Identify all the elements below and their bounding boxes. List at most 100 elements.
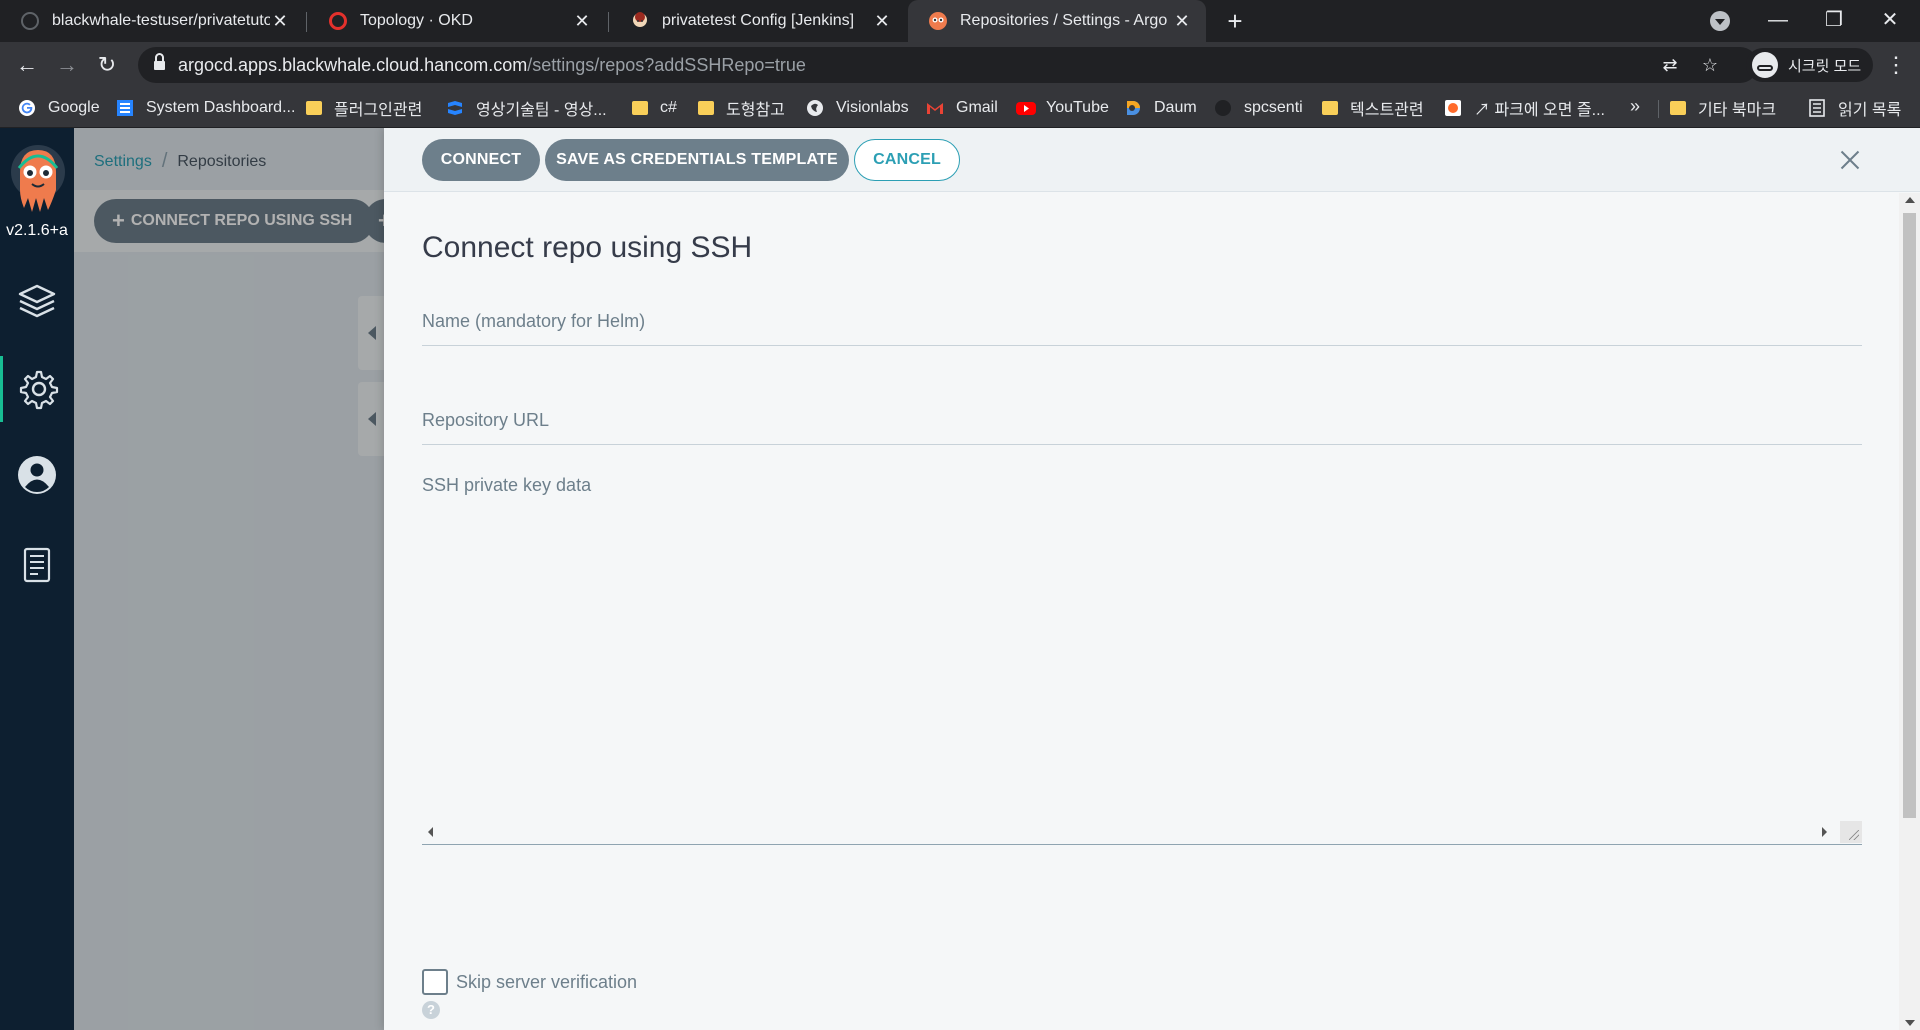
browser-tab[interactable]: Topology · OKD ✕ xyxy=(308,0,606,42)
globe-icon xyxy=(806,99,824,117)
address-bar[interactable]: argocd.apps.blackwhale.cloud.hancom.com/… xyxy=(138,47,1758,83)
scroll-up-icon[interactable] xyxy=(1905,197,1915,203)
minimize-icon[interactable]: — xyxy=(1750,0,1806,42)
layers-icon xyxy=(18,284,56,318)
back-icon[interactable]: ← xyxy=(10,48,44,82)
documentation-icon xyxy=(23,547,51,583)
bookmark-item[interactable]: Google xyxy=(18,96,100,120)
browser-tab[interactable]: blackwhale-testuser/privatetutor ✕ xyxy=(0,0,304,42)
bookmark-item[interactable]: System Dashboard... xyxy=(116,96,295,120)
tab-title: privatetest Config [Jenkins] xyxy=(662,12,855,29)
bookmark-item[interactable]: ↗ 파크에 오면 즐... xyxy=(1444,96,1605,120)
google-icon xyxy=(18,99,36,117)
other-bookmarks[interactable]: 기타 북마크 xyxy=(1670,96,1776,120)
restore-icon[interactable]: ❐ xyxy=(1806,0,1862,42)
left-nav: v2.1.6+a xyxy=(0,128,74,1030)
tab-search-icon[interactable] xyxy=(1710,11,1730,31)
version-label: v2.1.6+a xyxy=(6,222,68,239)
folder-icon xyxy=(1322,101,1338,115)
close-tab-icon[interactable]: ✕ xyxy=(572,11,592,32)
bookmark-item[interactable]: Daum xyxy=(1124,96,1197,120)
confluence-icon xyxy=(446,99,464,117)
tab-separator xyxy=(608,12,609,32)
name-field[interactable]: Name (mandatory for Helm) xyxy=(422,298,1862,346)
repository-url-label: Repository URL xyxy=(422,410,550,430)
close-window-icon[interactable]: ✕ xyxy=(1862,0,1918,42)
nav-settings[interactable] xyxy=(0,356,74,422)
reading-list-icon xyxy=(1808,99,1826,117)
incognito-label: 시크릿 모드 xyxy=(1788,57,1862,75)
bookmark-item[interactable]: YouTube xyxy=(1016,96,1109,120)
forward-icon[interactable]: → xyxy=(50,48,84,82)
bookmark-item[interactable]: 텍스트관련 xyxy=(1322,96,1424,120)
url-text: argocd.apps.blackwhale.cloud.hancom.com/… xyxy=(178,55,806,75)
bookmark-star-icon[interactable]: ☆ xyxy=(1698,53,1722,77)
github-icon xyxy=(1214,99,1232,117)
nav-applications[interactable] xyxy=(0,268,74,334)
tab-separator xyxy=(306,12,307,32)
lock-icon xyxy=(154,53,165,71)
cancel-button[interactable]: CANCEL xyxy=(854,139,960,181)
argocd-app: v2.1.6+a Settings / Repositories + CONNE… xyxy=(0,128,1920,1030)
bookmark-item[interactable]: Gmail xyxy=(926,96,998,120)
save-credentials-template-button[interactable]: SAVE AS CREDENTIALS TEMPLATE xyxy=(545,139,849,181)
bookmark-item[interactable]: spcsenti xyxy=(1214,96,1303,120)
skip-server-verification-row: Skip server verification xyxy=(422,969,637,995)
browser-menu-icon[interactable]: ⋮ xyxy=(1882,50,1910,80)
argo-icon xyxy=(928,11,948,31)
panel-body: Connect repo using SSH Name (mandatory f… xyxy=(384,193,1899,1030)
close-tab-icon[interactable]: ✕ xyxy=(270,11,290,32)
folder-icon xyxy=(632,101,648,115)
reading-list[interactable]: 읽기 목록 xyxy=(1808,96,1901,120)
resize-grip-icon[interactable] xyxy=(1840,821,1862,843)
scroll-left-icon[interactable] xyxy=(428,827,433,837)
skip-server-verification-label[interactable]: Skip server verification xyxy=(456,972,637,993)
argo-logo[interactable] xyxy=(10,140,66,220)
openshift-icon xyxy=(328,11,348,31)
tab-title: blackwhale-testuser/privatetutor xyxy=(52,12,270,29)
close-tab-icon[interactable]: ✕ xyxy=(872,11,892,32)
scroll-right-icon[interactable] xyxy=(1822,827,1827,837)
overlay-backdrop[interactable] xyxy=(74,128,384,1030)
folder-icon xyxy=(1670,101,1686,115)
form-title: Connect repo using SSH xyxy=(422,231,753,264)
browser-tab[interactable]: privatetest Config [Jenkins] ✕ xyxy=(610,0,906,42)
panel-header: CONNECT SAVE AS CREDENTIALS TEMPLATE CAN… xyxy=(384,128,1920,192)
nav-user-info[interactable] xyxy=(0,442,74,508)
connect-button[interactable]: CONNECT xyxy=(422,139,540,181)
textarea-horizontal-scrollbar[interactable] xyxy=(422,821,1862,843)
translate-icon[interactable]: ⇄ xyxy=(1658,53,1682,77)
youtube-icon xyxy=(1016,99,1036,117)
scroll-down-icon[interactable] xyxy=(1905,1020,1915,1026)
incognito-profile[interactable]: 시크릿 모드 xyxy=(1746,48,1874,82)
folder-icon xyxy=(698,101,714,115)
connect-repo-panel: CONNECT SAVE AS CREDENTIALS TEMPLATE CAN… xyxy=(384,128,1920,1030)
bookmarks-bar: Google System Dashboard... 플러그인관련 영상기술팀 … xyxy=(0,88,1920,128)
tab-title: Topology · OKD xyxy=(360,12,473,29)
browser-tab-active[interactable]: Repositories / Settings - Argo C ✕ xyxy=(908,0,1206,42)
help-icon[interactable]: ? xyxy=(422,1001,440,1019)
repository-url-field[interactable]: Repository URL xyxy=(422,397,1862,445)
bookmark-item[interactable]: c# xyxy=(632,96,677,120)
new-tab-button[interactable]: + xyxy=(1218,4,1252,38)
park-icon xyxy=(1444,99,1462,117)
ssh-private-key-textarea[interactable]: SSH private key data xyxy=(422,475,1862,845)
nav-documentation[interactable] xyxy=(0,532,74,598)
name-field-label: Name (mandatory for Helm) xyxy=(422,311,646,331)
bookmark-item[interactable]: Visionlabs xyxy=(806,96,909,120)
bookmark-item[interactable]: 플러그인관련 xyxy=(306,96,422,120)
scrollbar-thumb[interactable] xyxy=(1903,213,1916,818)
incognito-icon xyxy=(1752,52,1778,78)
panel-vertical-scrollbar[interactable] xyxy=(1899,193,1920,1030)
folder-icon xyxy=(306,101,322,115)
bookmarks-divider xyxy=(1658,100,1659,118)
tab-title: Repositories / Settings - Argo C xyxy=(960,12,1172,29)
bookmark-item[interactable]: 영상기술팀 - 영상... xyxy=(446,96,607,120)
reload-icon[interactable]: ↻ xyxy=(90,48,124,82)
bookmark-item[interactable]: 도형참고 xyxy=(698,96,785,120)
close-icon[interactable] xyxy=(1834,144,1866,176)
bookmarks-overflow-icon[interactable]: » xyxy=(1630,96,1640,117)
close-tab-icon[interactable]: ✕ xyxy=(1172,11,1192,32)
skip-server-verification-checkbox[interactable] xyxy=(422,969,448,995)
browser-tab-strip: blackwhale-testuser/privatetutor ✕ Topol… xyxy=(0,0,1920,42)
